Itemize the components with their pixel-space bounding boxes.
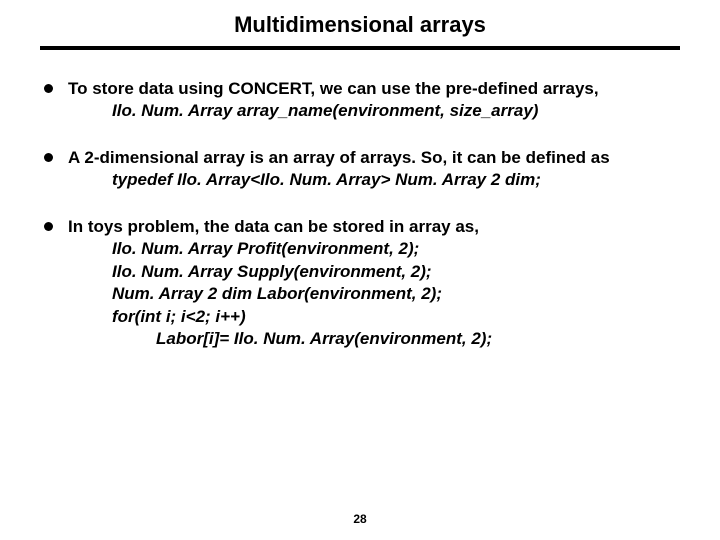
code-line: typedef Ilo. Array<Ilo. Num. Array> Num.… xyxy=(68,169,680,191)
page-number: 28 xyxy=(0,512,720,526)
bullet-lead-text: To store data using CONCERT, we can use … xyxy=(68,79,599,98)
bullet-list: To store data using CONCERT, we can use … xyxy=(40,78,680,350)
code-line: Num. Array 2 dim Labor(environment, 2); xyxy=(68,283,680,305)
bullet-lead-text: In toys problem, the data can be stored … xyxy=(68,217,479,236)
bullet-lead-text: A 2-dimensional array is an array of arr… xyxy=(68,148,610,167)
bullet-item: A 2-dimensional array is an array of arr… xyxy=(68,147,680,192)
code-line: for(int i; i<2; i++) xyxy=(68,306,680,328)
title-rule xyxy=(40,46,680,50)
bullet-item: In toys problem, the data can be stored … xyxy=(68,216,680,351)
code-line: Ilo. Num. Array Supply(environment, 2); xyxy=(68,261,680,283)
code-line: Ilo. Num. Array array_name(environment, … xyxy=(68,100,680,122)
code-line: Ilo. Num. Array Profit(environment, 2); xyxy=(68,238,680,260)
code-line: Labor[i]= Ilo. Num. Array(environment, 2… xyxy=(68,328,680,350)
bullet-item: To store data using CONCERT, we can use … xyxy=(68,78,680,123)
slide-title: Multidimensional arrays xyxy=(40,12,680,46)
